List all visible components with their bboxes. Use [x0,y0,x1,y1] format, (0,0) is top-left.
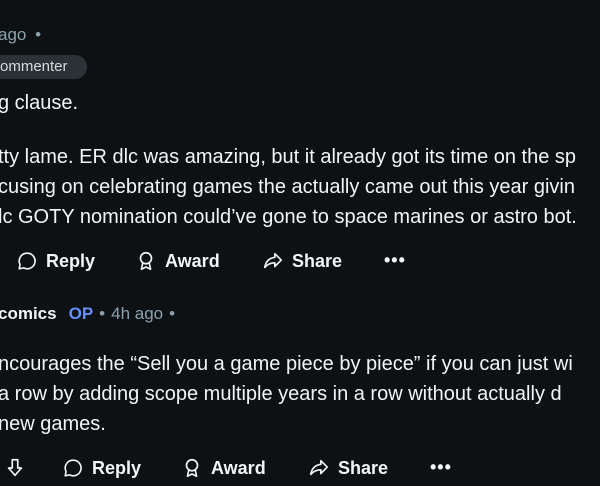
timestamp-text: 4h ago [111,304,164,323]
award-label: Award [211,457,266,478]
share-icon [309,459,329,476]
share-icon [263,252,283,269]
comment-body-line: ncourages the “Sell you a game piece by … [0,353,573,375]
share-label: Share [292,250,343,271]
comment-body-line: tty lame. ER dlc was amazing, but it alr… [0,146,577,168]
award-icon [139,251,153,271]
separator-dot: • [169,304,176,323]
comment-timestamp: ago • [0,25,41,45]
comment-header: comics OP • 4h ago • [0,304,175,324]
comment-body-line: g clause. [0,92,79,114]
award-icon [185,458,199,478]
share-label: Share [338,457,389,478]
separator-dot: • [99,304,106,323]
award-label: Award [165,250,220,271]
reply-button[interactable]: Reply [16,243,95,279]
comment-body-line: a row by adding scope multiple years in … [0,383,562,405]
more-options-icon[interactable]: ••• [430,457,452,478]
user-flair-badge: ommenter [0,55,87,79]
comment-icon [18,252,36,270]
downvote-icon [7,458,23,477]
timestamp-text: ago [0,25,27,44]
comment-icon [64,459,82,477]
comment-body-line: lc GOTY nomination could’ve gone to spac… [0,206,577,228]
more-options-icon[interactable]: ••• [384,250,406,271]
comment-body-line: cusing on celebrating games the actually… [0,176,575,198]
comment-body-line: new games. [0,413,106,435]
username-link[interactable]: comics [0,304,57,324]
share-button[interactable]: Share [262,243,342,279]
separator-dot: • [35,25,42,44]
reply-label: Reply [46,250,96,271]
award-button[interactable]: Award [135,243,220,279]
reply-label: Reply [92,457,142,478]
op-badge: OP [68,304,94,323]
